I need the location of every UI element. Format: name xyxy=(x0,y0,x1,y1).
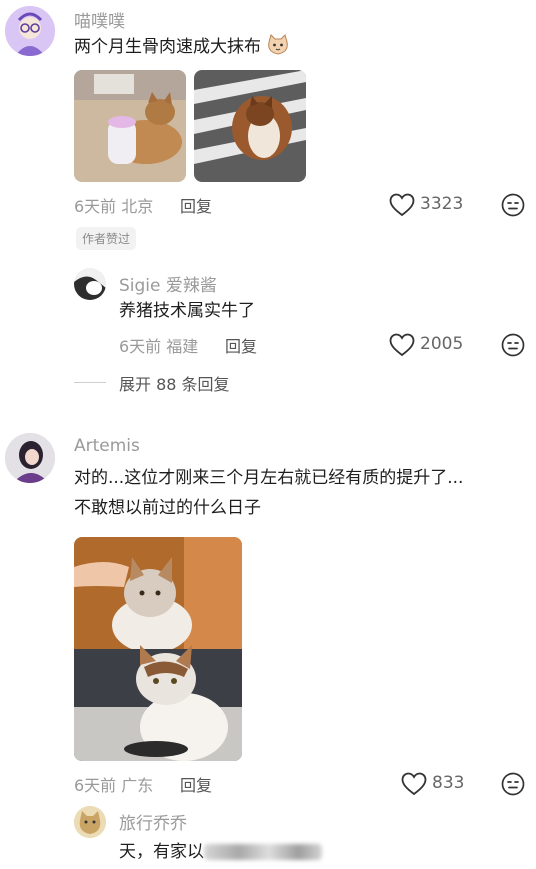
avatar-photo-icon xyxy=(5,433,55,483)
comment-image[interactable] xyxy=(74,537,242,761)
comment-meta: 6天前 北京 xyxy=(74,197,154,216)
avatar-illustration-icon xyxy=(5,6,55,56)
comment-text-line: 对的...这位才刚来三个月左右就已经有质的提升了... xyxy=(74,468,464,488)
heart-icon xyxy=(389,193,415,217)
reply-text-content: 天，有家以 xyxy=(119,842,204,862)
avatar-illustration-icon xyxy=(74,806,106,838)
like-count: 833 xyxy=(432,773,465,793)
reply-button[interactable]: 回复 xyxy=(180,193,212,217)
avatar[interactable] xyxy=(74,268,106,300)
cat-emoji-icon xyxy=(268,34,289,55)
comment-text-line: 不敢想以前过的什么日子 xyxy=(74,498,261,518)
expand-replies-button[interactable]: 展开 88 条回复 xyxy=(119,371,230,395)
neutral-face-icon xyxy=(501,772,525,796)
comment-meta: 6天前 广东 xyxy=(74,776,154,795)
cat-photo-icon xyxy=(74,537,242,761)
comment-username[interactable]: 喵噗噗 xyxy=(74,7,125,32)
reply-button[interactable]: 回复 xyxy=(225,333,257,357)
avatar[interactable] xyxy=(5,433,55,483)
like-button[interactable]: 833 xyxy=(401,771,471,797)
neutral-face-icon xyxy=(501,333,525,357)
reply-username[interactable]: 旅行乔乔 xyxy=(119,809,187,834)
reply-button[interactable]: 回复 xyxy=(180,772,212,796)
like-count: 3323 xyxy=(420,194,464,214)
reply-username[interactable]: Sigie 爱辣酱 xyxy=(119,271,217,296)
heart-icon xyxy=(389,333,415,357)
comment-text-content: 两个月生骨肉速成大抹布 xyxy=(74,37,261,57)
like-count: 2005 xyxy=(420,334,464,354)
reply-text: 天，有家以 xyxy=(119,838,322,866)
cat-photo-icon xyxy=(74,70,186,182)
like-button[interactable]: 2005 xyxy=(389,332,469,358)
avatar-photo-icon xyxy=(74,268,106,300)
comment-text: 两个月生骨肉速成大抹布 xyxy=(74,33,290,61)
blurred-text xyxy=(204,844,322,860)
reply-text: 养猪技术属实牛了 xyxy=(119,301,255,321)
avatar[interactable] xyxy=(74,806,106,838)
dislike-button[interactable] xyxy=(501,193,525,221)
avatar[interactable] xyxy=(5,6,55,56)
reply-meta: 6天前 福建 xyxy=(119,337,199,356)
comment-username[interactable]: Artemis xyxy=(74,436,140,456)
neutral-face-icon xyxy=(501,193,525,217)
dislike-button[interactable] xyxy=(501,333,525,361)
comment-image[interactable] xyxy=(194,70,306,182)
expand-divider xyxy=(74,382,106,383)
comment-image[interactable] xyxy=(74,70,186,182)
author-liked-badge: 作者赞过 xyxy=(76,227,137,250)
cat-photo-icon xyxy=(194,70,306,182)
like-button[interactable]: 3323 xyxy=(389,192,469,218)
heart-icon xyxy=(401,772,427,796)
dislike-button[interactable] xyxy=(501,772,525,800)
